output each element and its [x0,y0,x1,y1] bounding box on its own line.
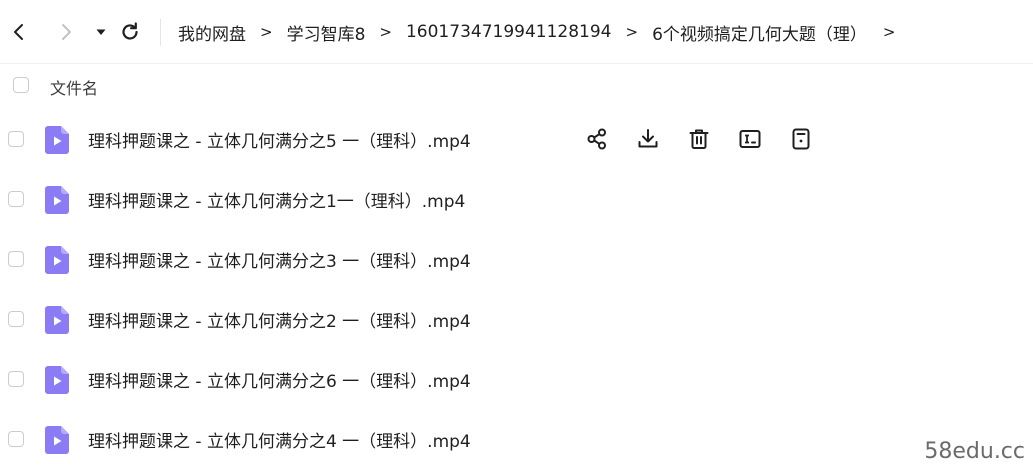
file-browser-page: 我的网盘 > 学习智库8 > 1601734719941128194 > 6个视… [0,0,1033,468]
caret-down-icon [96,29,106,35]
delete-icon [689,129,709,149]
breadcrumb: 我的网盘 > 学习智库8 > 1601734719941128194 > 6个视… [178,18,909,46]
file-list: 理科押题课之 - 立体几何满分之5 一（理科）.mp4 理科押题课之 - 立体几… [0,110,1033,468]
rename-button[interactable] [736,125,764,153]
video-file-icon [45,126,69,154]
breadcrumb-item-study-library[interactable]: 学习智库8 [287,20,366,45]
row-checkbox[interactable] [8,431,24,447]
file-name[interactable]: 理科押题课之 - 立体几何满分之1一（理科）.mp4 [88,187,465,212]
details-button[interactable] [787,125,815,153]
video-file-icon [45,306,69,334]
nav-divider [160,19,161,46]
breadcrumb-item-current-folder[interactable]: 6个视频搞定几何大题（理） [652,20,867,45]
delete-button[interactable] [685,125,713,153]
column-header-filename[interactable]: 文件名 [50,75,98,99]
file-row[interactable]: 理科押题课之 - 立体几何满分之4 一（理科）.mp4 [0,410,1033,468]
row-checkbox[interactable] [8,311,24,327]
file-row[interactable]: 理科押题课之 - 立体几何满分之5 一（理科）.mp4 [0,110,1033,170]
history-dropdown-button[interactable] [87,18,115,46]
row-checkbox[interactable] [8,371,24,387]
breadcrumb-separator: > [379,23,392,41]
video-file-icon [45,246,69,274]
refresh-button[interactable] [116,18,144,46]
file-row[interactable]: 理科押题课之 - 立体几何满分之3 一（理科）.mp4 [0,230,1033,290]
refresh-icon [122,22,138,40]
breadcrumb-separator: > [882,23,896,41]
file-list-header: 文件名 [0,64,1033,110]
breadcrumb-item-my-drive[interactable]: 我的网盘 [178,20,246,45]
download-icon [638,129,658,148]
navigation-bar: 我的网盘 > 学习智库8 > 1601734719941128194 > 6个视… [0,0,1033,64]
breadcrumb-item-folder-id[interactable]: 1601734719941128194 [406,22,612,42]
watermark-text: 58edu.cc [924,439,1025,464]
file-row[interactable]: 理科押题课之 - 立体几何满分之1一（理科）.mp4 [0,170,1033,230]
download-button[interactable] [634,125,662,153]
video-file-icon [45,366,69,394]
file-name[interactable]: 理科押题课之 - 立体几何满分之5 一（理科）.mp4 [88,127,471,152]
row-checkbox[interactable] [8,131,24,147]
file-name[interactable]: 理科押题课之 - 立体几何满分之6 一（理科）.mp4 [88,367,471,392]
video-file-icon [45,186,69,214]
file-row[interactable]: 理科押题课之 - 立体几何满分之6 一（理科）.mp4 [0,350,1033,410]
file-name[interactable]: 理科押题课之 - 立体几何满分之2 一（理科）.mp4 [88,307,471,332]
details-icon [792,128,810,150]
back-button[interactable] [5,18,33,46]
video-file-icon [45,426,69,454]
forward-button[interactable] [52,18,80,46]
row-checkbox[interactable] [8,191,24,207]
breadcrumb-separator: > [625,23,639,41]
file-row[interactable]: 理科押题课之 - 立体几何满分之2 一（理科）.mp4 [0,290,1033,350]
file-name[interactable]: 理科押题课之 - 立体几何满分之4 一（理科）.mp4 [88,427,471,452]
breadcrumb-separator: > [260,23,273,41]
row-checkbox[interactable] [8,251,24,267]
share-icon [587,128,606,150]
select-all-checkbox[interactable] [13,77,29,93]
chevron-left-icon [14,24,23,40]
row-actions [583,125,838,153]
share-button[interactable] [583,125,611,153]
file-name[interactable]: 理科押题课之 - 立体几何满分之3 一（理科）.mp4 [88,247,471,272]
rename-icon [739,130,761,148]
chevron-right-icon [62,24,71,40]
